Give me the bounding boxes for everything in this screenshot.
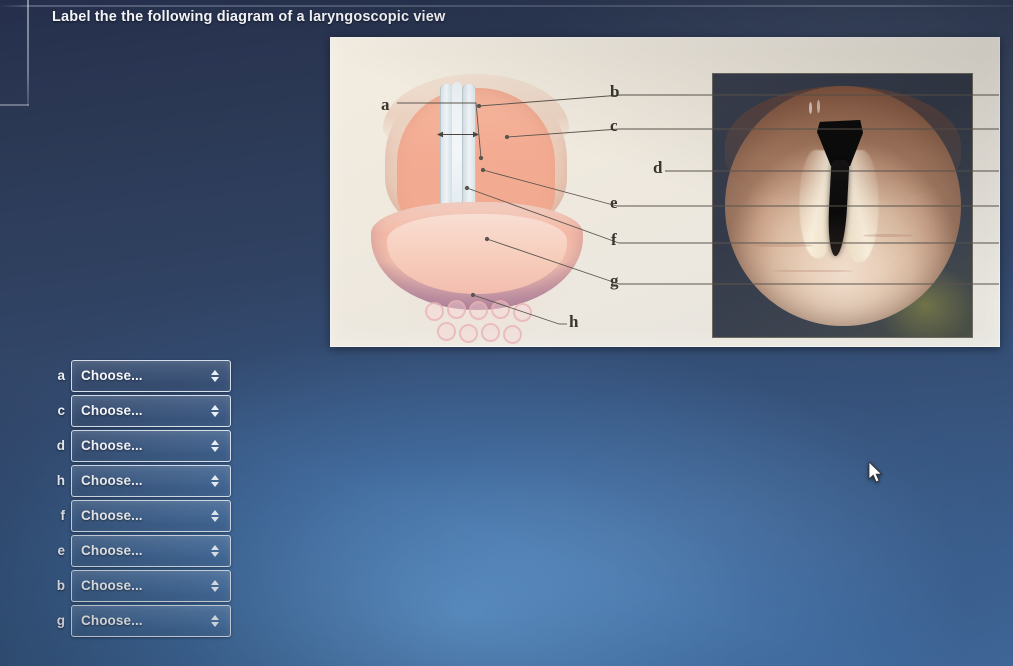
figure-label-c: c <box>610 116 618 135</box>
figure-label-f: f <box>611 230 617 249</box>
dropdown-c-value: Choose... <box>81 403 143 418</box>
dropdown-c[interactable]: Choose... <box>71 394 231 427</box>
dropdown-h[interactable]: Choose... <box>71 464 231 497</box>
window-top-edge <box>0 5 1013 7</box>
mouse-cursor-icon <box>868 462 883 483</box>
answer-row-letter: d <box>56 438 65 453</box>
answer-row-letter: g <box>56 613 65 628</box>
answer-row: e Choose... <box>45 533 231 568</box>
dropdown-a-value: Choose... <box>81 368 143 383</box>
answer-row: b Choose... <box>45 568 231 603</box>
dropdown-a[interactable]: Choose... <box>71 359 231 392</box>
figure-label-d: d <box>653 158 663 177</box>
answer-row: c Choose... <box>45 393 231 428</box>
figure-label-g: g <box>610 271 619 290</box>
window-left-edge <box>27 0 29 106</box>
answer-row-letter: e <box>57 543 65 558</box>
window-left-edge-bottom <box>0 104 29 106</box>
answer-row: g Choose... <box>45 603 231 638</box>
dropdown-e[interactable]: Choose... <box>71 534 231 567</box>
dropdown-g-value: Choose... <box>81 613 143 628</box>
dropdown-b[interactable]: Choose... <box>71 569 231 602</box>
figure-label-a: a <box>381 95 390 114</box>
screen-photo: Label the the following diagram of a lar… <box>0 0 1013 666</box>
dropdown-h-value: Choose... <box>81 473 143 488</box>
answer-row: d Choose... <box>45 428 231 463</box>
chevron-updown-icon <box>211 509 219 522</box>
dropdown-b-value: Choose... <box>81 578 143 593</box>
dropdown-f[interactable]: Choose... <box>71 499 231 532</box>
chevron-updown-icon <box>211 439 219 452</box>
figure-label-b: b <box>610 82 620 101</box>
figure-label-e: e <box>610 193 618 212</box>
dropdown-d-value: Choose... <box>81 438 143 453</box>
answer-row-letter: b <box>56 578 65 593</box>
answer-dropdown-list: a Choose... c Choose... d Choose... h Ch… <box>45 358 231 638</box>
chevron-updown-icon <box>211 404 219 417</box>
dropdown-f-value: Choose... <box>81 508 143 523</box>
chevron-updown-icon <box>211 369 219 382</box>
answer-row: a Choose... <box>45 358 231 393</box>
answer-row: f Choose... <box>45 498 231 533</box>
figure-panel: a b c d e f g h <box>330 37 1000 347</box>
page-title: Label the the following diagram of a lar… <box>52 9 446 25</box>
answer-row: h Choose... <box>45 463 231 498</box>
answer-row-letter: c <box>57 403 65 418</box>
dropdown-e-value: Choose... <box>81 543 143 558</box>
chevron-updown-icon <box>211 579 219 592</box>
dropdown-g[interactable]: Choose... <box>71 604 231 637</box>
figure-leader-lines <box>397 94 999 325</box>
chevron-updown-icon <box>211 544 219 557</box>
chevron-updown-icon <box>211 474 219 487</box>
figure-label-h: h <box>569 312 579 331</box>
answer-row-letter: a <box>57 368 65 383</box>
answer-row-letter: h <box>56 473 65 488</box>
dropdown-d[interactable]: Choose... <box>71 429 231 462</box>
answer-row-letter: f <box>60 508 66 523</box>
chevron-updown-icon <box>211 614 219 627</box>
